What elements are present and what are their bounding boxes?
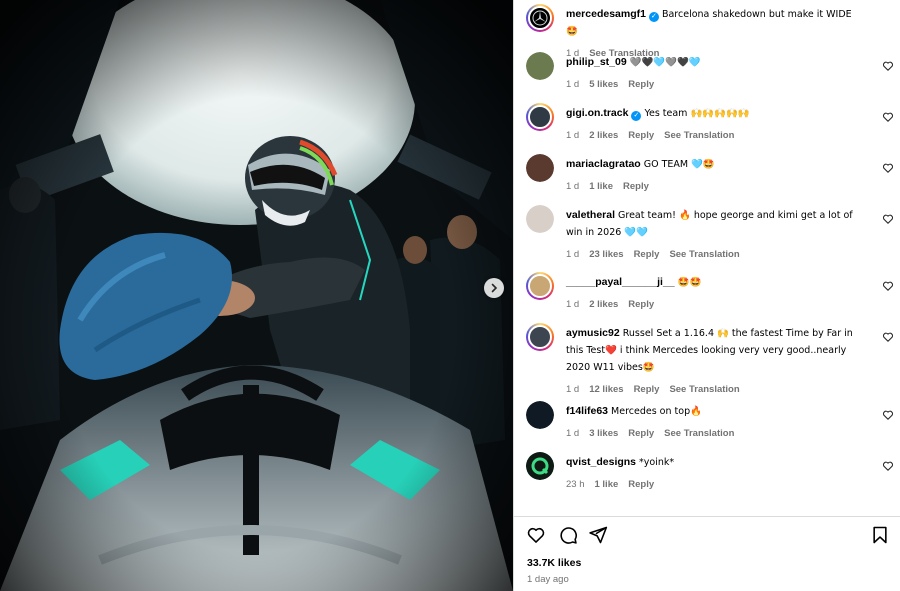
comment-text: *yoink* <box>639 457 675 468</box>
action-bar: 33.7K likes 1 day ago <box>514 516 900 591</box>
comment-like-heart-icon[interactable] <box>882 162 894 174</box>
commenter-username[interactable]: qvist_designs <box>566 456 636 468</box>
comment-age: 1 d <box>566 384 580 395</box>
comment-likes[interactable]: 3 likes <box>589 426 618 442</box>
commenter-avatar[interactable] <box>526 52 554 80</box>
see-translation-link[interactable]: See Translation <box>664 128 734 144</box>
commenter-avatar[interactable] <box>526 205 554 233</box>
commenter-avatar[interactable] <box>526 323 554 351</box>
comment-likes[interactable]: 2 likes <box>589 297 618 313</box>
comment-likes[interactable]: 5 likes <box>589 77 618 93</box>
comment-text: 🤩🤩 <box>677 277 702 288</box>
comment-icon[interactable] <box>558 525 578 545</box>
reply-button[interactable]: Reply <box>628 426 654 442</box>
comment-age: 1 d <box>566 249 580 260</box>
comment-like-heart-icon[interactable] <box>882 280 894 292</box>
comment-like-heart-icon[interactable] <box>882 60 894 72</box>
commenter-avatar[interactable] <box>526 103 554 131</box>
comment-text: 🩶🖤🩵🩶🖤🩵 <box>629 57 701 68</box>
comment-like-heart-icon[interactable] <box>882 409 894 421</box>
author-avatar[interactable] <box>526 4 554 32</box>
reply-button[interactable]: Reply <box>628 477 654 493</box>
commenter-avatar[interactable] <box>526 272 554 300</box>
commenter-username[interactable]: mariaclagratao <box>566 158 641 170</box>
verified-icon: ✓ <box>631 111 642 121</box>
comment-age: 1 d <box>566 299 580 310</box>
chevron-right-icon <box>491 283 498 293</box>
comment-likes[interactable]: 1 like <box>589 179 613 195</box>
post-photo[interactable] <box>0 0 513 591</box>
share-icon[interactable] <box>588 525 608 545</box>
see-translation-link[interactable]: See Translation <box>664 426 734 442</box>
reply-button[interactable]: Reply <box>628 77 654 93</box>
commenter-username[interactable]: aymusic92 <box>566 327 620 339</box>
reply-button[interactable]: Reply <box>628 297 654 313</box>
mercedes-star-icon <box>532 10 548 26</box>
comment-like-heart-icon[interactable] <box>882 460 894 472</box>
likes-count[interactable]: 33.7K likes <box>527 557 581 569</box>
see-translation-link[interactable]: See Translation <box>669 382 739 398</box>
comment-thread[interactable]: mercedesamgf1 ✓ Barcelona shakedown but ma… <box>514 0 900 516</box>
commenter-username[interactable]: valetheral <box>566 209 615 221</box>
comments-panel: mercedesamgf1 ✓ Barcelona shakedown but ma… <box>513 0 900 591</box>
author-username[interactable]: mercedesamgf1 <box>566 8 646 20</box>
comment-text: Mercedes on top🔥 <box>611 406 702 417</box>
comment-like-heart-icon[interactable] <box>882 331 894 343</box>
see-translation-link[interactable]: See Translation <box>669 247 739 263</box>
comment-age: 1 d <box>566 428 580 439</box>
comment-age: 1 d <box>566 181 580 192</box>
post-time: 1 day ago <box>527 574 569 585</box>
verified-icon: ✓ <box>648 12 659 22</box>
comment-like-heart-icon[interactable] <box>882 213 894 225</box>
comment-like-heart-icon[interactable] <box>882 111 894 123</box>
comment-likes[interactable]: 1 like <box>595 477 619 493</box>
commenter-username[interactable]: f14life63 <box>566 405 608 417</box>
commenter-avatar[interactable] <box>526 401 554 429</box>
reply-button[interactable]: Reply <box>623 179 649 195</box>
qvist-logo-icon <box>526 452 554 480</box>
reply-button[interactable]: Reply <box>634 247 660 263</box>
photo-scene <box>0 0 513 591</box>
commenter-username[interactable]: gigi.on.track <box>566 107 628 119</box>
comment-likes[interactable]: 12 likes <box>589 382 623 398</box>
bookmark-icon[interactable] <box>870 525 890 545</box>
commenter-avatar[interactable] <box>526 452 554 480</box>
comment-likes[interactable]: 23 likes <box>589 247 623 263</box>
comment-age: 23 h <box>566 479 585 490</box>
reply-button[interactable]: Reply <box>634 382 660 398</box>
commenter-username[interactable]: _____payal______ji__ <box>566 276 675 288</box>
comment-text: GO TEAM 🩵🤩 <box>643 159 715 170</box>
commenter-avatar[interactable] <box>526 154 554 182</box>
comment-age: 1 d <box>566 130 580 141</box>
next-photo-button[interactable] <box>484 278 504 298</box>
commenter-username[interactable]: philip_st_09 <box>566 56 627 68</box>
heart-icon[interactable] <box>526 525 546 545</box>
comment-age: 1 d <box>566 79 580 90</box>
comment-text: Yes team 🙌🙌🙌🙌🙌 <box>644 108 750 119</box>
reply-button[interactable]: Reply <box>628 128 654 144</box>
comment-likes[interactable]: 2 likes <box>589 128 618 144</box>
